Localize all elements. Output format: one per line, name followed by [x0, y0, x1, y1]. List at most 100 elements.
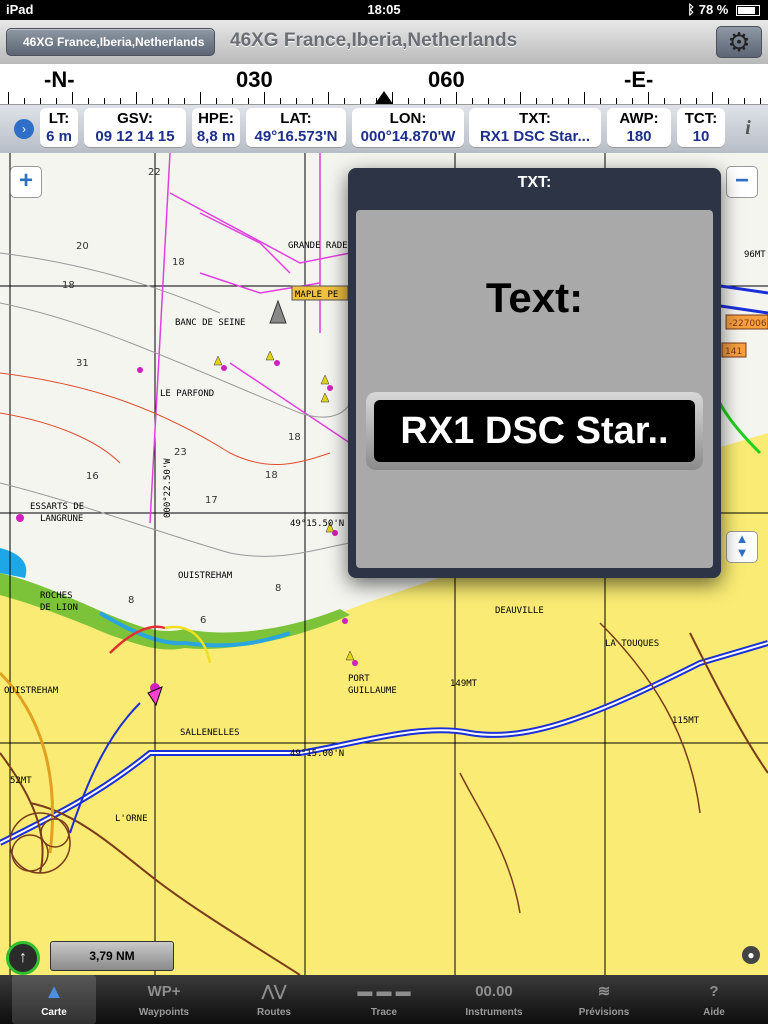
txt-popup: TXT: Text: RX1 DSC Star.. — [348, 168, 721, 578]
map-label-guillaume: GUILLAUME — [348, 686, 397, 696]
compass-tick — [760, 98, 761, 104]
map-label-de-lion: DE LION — [40, 603, 78, 613]
north-up-button[interactable]: ↑ — [6, 941, 40, 975]
plus-icon: + — [18, 167, 33, 194]
tab-waypoints[interactable]: WP+ Waypoints — [122, 975, 206, 1024]
data-cell-tct[interactable]: TCT: 10 — [677, 108, 725, 148]
up-down-arrows-icon: ▲ ▼ — [735, 531, 749, 560]
data-cell-label: AWP: — [619, 110, 659, 127]
map-label-ouistreham: OUISTREHAM — [4, 686, 59, 696]
data-cell-value: 10 — [692, 128, 710, 145]
compass-tick — [152, 98, 153, 104]
map-label-banc-de-seine: BANC DE SEINE — [175, 318, 245, 328]
tab-routes[interactable]: ⋀⋁ Routes — [232, 975, 316, 1024]
compass-tick — [72, 92, 73, 104]
compass-tick — [632, 98, 633, 104]
chevron-right-icon: › — [22, 122, 26, 136]
back-button[interactable]: 46XG France,Iberia,Netherlands — [6, 28, 216, 56]
map-label-touques: LA TOUQUES — [605, 639, 659, 649]
map-label-lat-50: 49°15.50'N — [290, 519, 344, 529]
info-icon[interactable]: i — [738, 118, 758, 138]
compass-tick — [408, 98, 409, 104]
compass-tick — [712, 92, 713, 104]
data-cell-hpe[interactable]: HPE: 8,8 m — [192, 108, 240, 148]
compass-tick — [184, 98, 185, 104]
map-label-maple-pe: MAPLE PE — [295, 290, 338, 300]
compass-tick — [56, 98, 57, 104]
compass-tick — [200, 92, 201, 104]
svg-text:18: 18 — [172, 257, 185, 268]
compass-tick — [104, 98, 105, 104]
minus-icon: − — [734, 167, 749, 194]
heading-pointer-icon — [375, 91, 393, 104]
clock: 18:05 — [367, 2, 401, 17]
map-label-deauville: DEAUVILLE — [495, 606, 544, 616]
data-cell-value: RX1 DSC Star... — [479, 128, 591, 145]
map-label-lon-22: 000°22.50'W — [163, 458, 173, 518]
compass-tick — [600, 98, 601, 104]
svg-text:16: 16 — [86, 471, 99, 482]
compass-tick — [424, 98, 425, 104]
route-zigzag-icon: ⋀⋁ — [261, 983, 287, 1000]
data-cell-value: 000°14.870'W — [360, 128, 456, 145]
databar-scroll-button[interactable]: › — [14, 119, 34, 139]
instruments-digits-icon: 00.00 — [475, 983, 513, 1000]
data-cell-label: LAT: — [280, 110, 312, 127]
settings-button[interactable]: ⚙ — [716, 26, 762, 58]
tab-label: Waypoints — [138, 1007, 190, 1018]
compass-tick — [328, 92, 329, 104]
compass-tick — [536, 98, 537, 104]
map-label-parfond: LE PARFOND — [160, 389, 214, 399]
svg-text:23: 23 — [174, 447, 187, 458]
arrow-up-icon: ↑ — [19, 949, 27, 966]
lock-icon[interactable]: ● — [742, 946, 760, 964]
compass-tick — [520, 92, 521, 104]
data-cell-lat[interactable]: LAT: 49°16.573'N — [246, 108, 346, 148]
data-cell-label: TCT: — [684, 110, 718, 127]
battery-icon — [736, 5, 760, 17]
popup-value: RX1 DSC Star.. — [374, 400, 695, 462]
zoom-in-button[interactable]: + — [10, 166, 42, 198]
bluetooth-icon: ᛒ — [687, 2, 696, 17]
red-contours — [0, 372, 331, 465]
map-label-tag-227: -227006 — [729, 319, 767, 329]
compass-tick — [136, 92, 137, 104]
compass-tick — [88, 98, 89, 104]
popup-body: Text: RX1 DSC Star.. — [356, 210, 713, 568]
help-question-icon: ? — [709, 983, 719, 1000]
compass-tick — [120, 98, 121, 104]
data-bar: › LT: 6 m GSV: 09 12 14 15 HPE: 8,8 m LA… — [0, 105, 768, 154]
depth-toggle-button[interactable]: ▲ ▼ — [726, 531, 758, 563]
tab-previsions[interactable]: ≋ Prévisions — [562, 975, 646, 1024]
tab-trace[interactable]: ▬ ▬ ▬ Trace — [342, 975, 426, 1024]
zoom-out-button[interactable]: − — [726, 166, 758, 198]
map-label-sallenelles: SALLENELLES — [180, 728, 240, 738]
tab-label: Trace — [370, 1007, 398, 1018]
data-cell-lt[interactable]: LT: 6 m — [40, 108, 78, 148]
tab-carte[interactable]: ▲ Carte — [12, 975, 96, 1024]
data-cell-lon[interactable]: LON: 000°14.870'W — [352, 108, 464, 148]
data-cell-label: LT: — [48, 110, 70, 127]
data-cell-awp[interactable]: AWP: 180 — [607, 108, 671, 148]
gear-icon: ⚙ — [727, 27, 751, 57]
waypoint-add-icon: WP+ — [147, 983, 181, 1000]
map-label-52mt: 52MT — [10, 776, 32, 786]
map-label-96mt: 96MT — [744, 250, 766, 260]
beach-blue — [0, 548, 27, 578]
compass-tick — [280, 98, 281, 104]
map-label-grande-rade: GRANDE RADE — [288, 241, 348, 251]
tab-aide[interactable]: ? Aide — [672, 975, 756, 1024]
svg-text:22: 22 — [148, 167, 161, 178]
svg-text:6: 6 — [200, 615, 206, 626]
data-cell-gsv[interactable]: GSV: 09 12 14 15 — [84, 108, 186, 148]
data-cell-txt[interactable]: TXT: RX1 DSC Star... — [469, 108, 601, 148]
tab-bar: ▲ Carte WP+ Waypoints ⋀⋁ Routes ▬ ▬ ▬ Tr… — [0, 975, 768, 1024]
compass-tick — [216, 98, 217, 104]
compass-tick — [744, 98, 745, 104]
tab-label: Prévisions — [578, 1007, 630, 1018]
tab-instruments[interactable]: 00.00 Instruments — [452, 975, 536, 1024]
page-title: 46XG France,Iberia,Netherlands — [230, 30, 518, 51]
compass-tick — [680, 98, 681, 104]
compass-tick — [472, 98, 473, 104]
map-label-roches: ROCHES — [40, 591, 73, 601]
